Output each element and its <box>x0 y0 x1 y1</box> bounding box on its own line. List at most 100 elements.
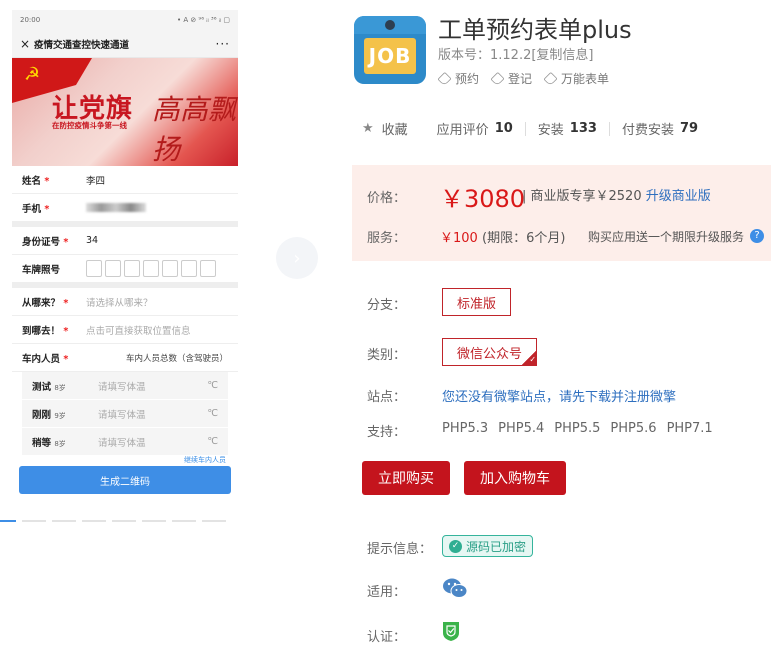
version-info[interactable]: 版本号：1.12.2[复制信息] <box>438 44 594 63</box>
carousel-dot[interactable] <box>142 520 166 522</box>
carousel-dot[interactable] <box>52 520 76 522</box>
from-placeholder: 请选择从哪来？ <box>86 297 153 309</box>
paid-install-stat: 付费安装 79 <box>621 121 699 138</box>
app-stats: ★ 收藏 应用评价 10 安装 133 付费安装 79 <box>362 119 698 138</box>
carousel-dot[interactable] <box>82 520 106 522</box>
form-row-id: 身份证号 * 34 <box>12 227 238 255</box>
upgrade-link[interactable]: 升级商业版 <box>646 189 711 204</box>
service-label: 服务： <box>367 231 407 246</box>
required-mark: * <box>44 203 50 215</box>
form-row-to: 到哪去！ * 点击可直接获取位置信息 <box>12 316 238 344</box>
pro-price: | 商业版专享￥2520 升级商业版 <box>522 189 711 204</box>
person-name: 测试 <box>32 381 52 393</box>
field-label: 车牌照号 <box>22 264 61 276</box>
app-tags: 预约 登记 万能表单 <box>437 70 609 87</box>
generate-qr-button: 生成二维码 <box>19 466 231 494</box>
required-mark: * <box>63 236 69 248</box>
support-label: 支持： <box>367 425 407 440</box>
service-note: 购买应用送一个期限升级服务 <box>588 230 745 244</box>
field-label: 到哪去！ <box>22 325 61 337</box>
install-value: 133 <box>569 121 597 136</box>
blurred-phone-number <box>86 203 146 212</box>
site-register-link[interactable]: 您还没有微擎站点，请先下载并注册微擎 <box>442 386 676 405</box>
paid-install-value: 79 <box>679 121 699 136</box>
more-icon: ··· <box>215 36 230 51</box>
help-icon[interactable]: ? <box>750 229 764 243</box>
party-emblem-icon: ☭ <box>24 64 41 85</box>
certified-shield-icon <box>443 622 459 641</box>
tag-item[interactable]: 预约 <box>437 70 479 87</box>
required-mark: * <box>63 297 69 309</box>
form-row-plate: 车牌照号 <box>12 255 238 283</box>
service-price: ￥100 <box>440 231 478 246</box>
app-preview-screenshot: 20:00 • A ⊘ ⁹⁶ ᵢₗ ³⁶ ᵢₗ ▢ × 疫情交通查控快速通道 ·… <box>12 10 238 505</box>
required-mark: * <box>63 325 69 337</box>
buy-now-button[interactable]: 立即购买 <box>362 461 450 495</box>
field-label: 身份证号 <box>22 236 61 248</box>
tag-icon <box>490 71 505 86</box>
field-label: 从哪来？ <box>22 297 61 309</box>
php-version: PHP5.5 <box>554 421 601 436</box>
carousel-dot[interactable] <box>112 520 136 522</box>
form-row-phone: 手机 * <box>12 194 238 222</box>
person-age: 8岁 <box>54 383 66 392</box>
carousel-dot[interactable] <box>22 520 46 522</box>
price-label: 价格： <box>367 191 407 206</box>
add-to-cart-button[interactable]: 加入购物车 <box>464 461 566 495</box>
form-row-passengers: 车内人员 * 车内人员总数（含驾驶员） <box>12 344 238 372</box>
branch-option-standard[interactable]: 标准版 <box>442 288 512 316</box>
temperature-placeholder: 请填写体温 <box>98 381 146 393</box>
person-row: 刚刚 9岁 请填写体温 ℃ <box>22 400 228 428</box>
banner-calligraphy: 高高飘扬 <box>152 93 237 166</box>
tag-item[interactable]: 登记 <box>490 70 532 87</box>
close-icon: × <box>20 36 31 51</box>
carousel-dot[interactable] <box>172 520 196 522</box>
phone-status-bar: 20:00 • A ⊘ ⁹⁶ ᵢₗ ³⁶ ᵢₗ ▢ <box>12 10 238 30</box>
phone-page-title: 疫情交通查控快速通道 <box>34 39 130 51</box>
carousel-dot-active[interactable] <box>0 520 16 522</box>
form-row-from: 从哪来？ * 请选择从哪来？ <box>12 288 238 316</box>
required-mark: * <box>63 353 69 365</box>
person-name: 刚刚 <box>32 409 52 421</box>
phone-title-bar: × 疫情交通查控快速通道 ··· <box>12 30 238 58</box>
service-term: (期限：6个月) <box>482 231 566 246</box>
carousel-next-button[interactable]: › <box>276 237 318 279</box>
person-age: 9岁 <box>54 411 66 420</box>
more-passengers-link: 继续车内人员 <box>184 456 226 464</box>
app-title: 工单预约表单plus <box>438 16 632 44</box>
person-age: 8岁 <box>54 439 66 448</box>
category-label: 类别： <box>367 348 407 363</box>
site-label: 站点： <box>367 390 407 405</box>
php-version: PHP7.1 <box>666 421 713 436</box>
encrypted-badge: ✓ 源码已加密 <box>442 535 534 557</box>
banner-subline: 在防控疫情斗争第一线 <box>52 121 127 130</box>
check-icon: ✓ <box>449 539 462 553</box>
favorite-button[interactable]: ★ 收藏 <box>362 119 408 138</box>
person-row: 稍等 8岁 请填写体温 ℃ <box>22 428 228 456</box>
category-option-wechat[interactable]: 微信公众号 <box>442 338 538 366</box>
celsius-unit: ℃ <box>207 408 218 419</box>
name-value: 李四 <box>86 175 106 187</box>
temperature-placeholder: 请填写体温 <box>98 409 146 421</box>
plate-input-boxes <box>86 260 216 277</box>
carousel-dot[interactable] <box>202 520 226 522</box>
passengers-hint: 车内人员总数（含驾驶员） <box>125 353 228 364</box>
tag-icon <box>437 71 452 86</box>
php-version: PHP5.6 <box>610 421 657 436</box>
person-name: 稍等 <box>32 437 52 449</box>
php-versions: PHP5.3 PHP5.4 PHP5.5 PHP5.6 PHP7.1 <box>442 421 713 436</box>
tag-item[interactable]: 万能表单 <box>543 70 609 87</box>
celsius-unit: ℃ <box>207 436 218 447</box>
star-icon: ★ <box>362 121 374 136</box>
status-icons: • A ⊘ ⁹⁶ ᵢₗ ³⁶ ᵢₗ ▢ <box>176 16 230 24</box>
cert-label: 认证： <box>367 630 407 645</box>
tip-label: 提示信息： <box>367 542 433 557</box>
carousel-indicator <box>0 520 255 523</box>
rating-value: 10 <box>494 121 513 136</box>
person-row: 测试 8岁 请填写体温 ℃ <box>22 372 228 400</box>
field-label: 手机 <box>22 203 42 215</box>
wechat-icon <box>443 578 468 598</box>
install-stat: 安装 133 <box>537 121 597 138</box>
temperature-placeholder: 请填写体温 <box>98 437 146 449</box>
phone-banner: ☭ 让党旗 在防控疫情斗争第一线 高高飘扬 <box>12 58 238 166</box>
